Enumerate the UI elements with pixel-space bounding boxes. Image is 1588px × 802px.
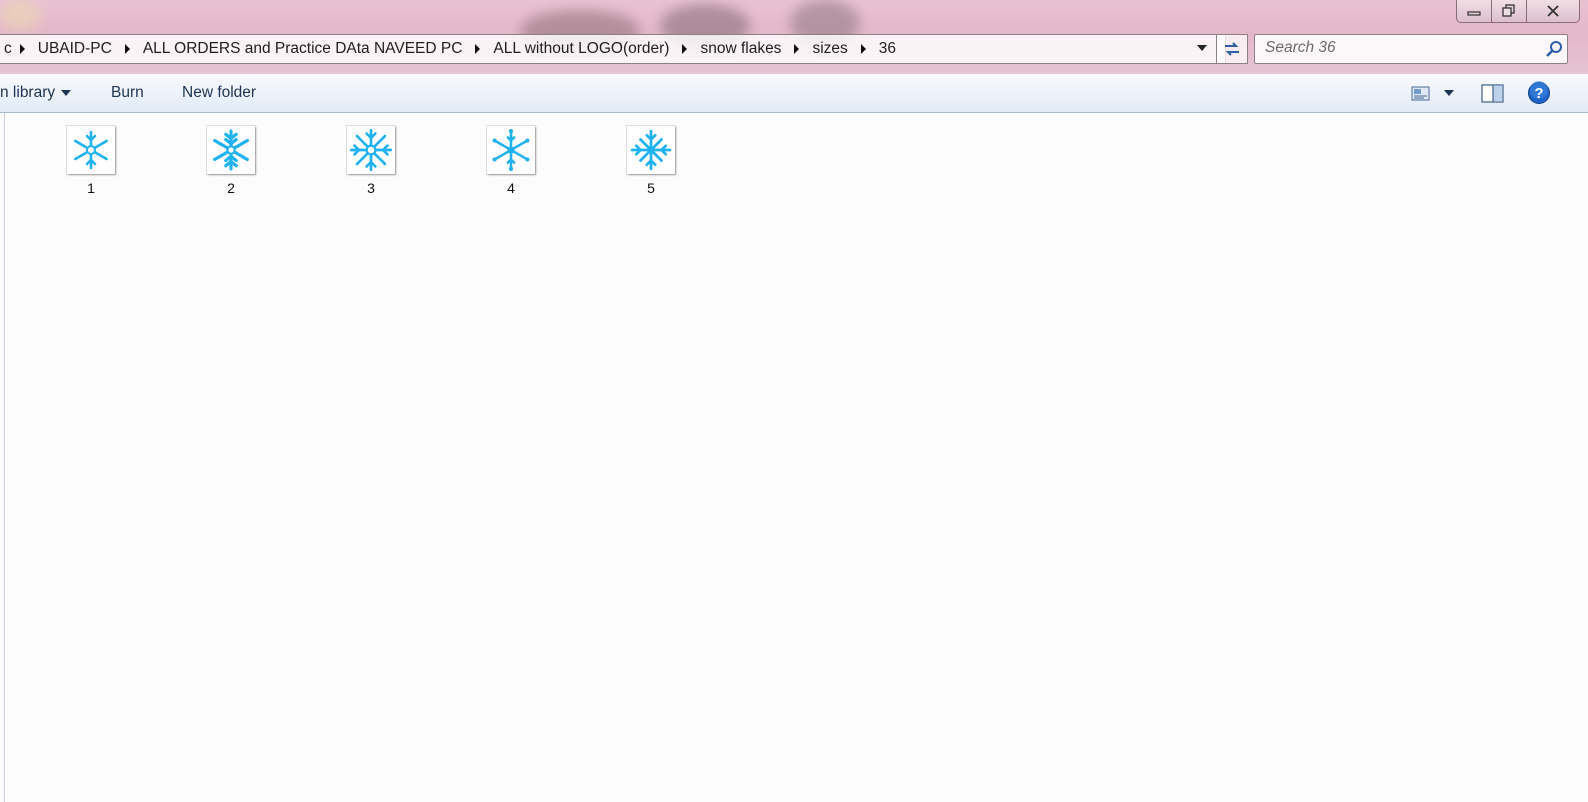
help-icon: ? — [1528, 81, 1550, 104]
search-icon[interactable] — [1545, 40, 1563, 58]
file-name: 5 — [647, 180, 655, 196]
snowflake-icon — [213, 129, 249, 171]
snowflake-icon — [349, 128, 393, 172]
refresh-icon — [1225, 42, 1239, 56]
file-thumbnail — [347, 126, 395, 174]
file-thumbnail — [487, 126, 535, 174]
breadcrumb-separator-icon[interactable] — [19, 44, 25, 54]
window-controls — [1456, 0, 1580, 23]
file-list-view[interactable] — [0, 113, 1588, 802]
minimize-icon — [1467, 11, 1481, 16]
minimize-button[interactable] — [1456, 0, 1492, 23]
new-folder-button[interactable]: New folder — [182, 84, 256, 102]
snowflake-icon — [492, 129, 530, 171]
change-view-button[interactable] — [1410, 84, 1432, 102]
refresh-button[interactable] — [1216, 34, 1248, 64]
breadcrumb-item[interactable]: ALL ORDERS and Practice DAta NAVEED PC — [136, 40, 470, 58]
file-name: 4 — [507, 180, 515, 196]
file-thumbnail — [67, 126, 115, 174]
breadcrumb-separator-icon[interactable] — [124, 44, 130, 54]
file-item[interactable]: 1 — [61, 126, 121, 196]
breadcrumb-separator-icon[interactable] — [475, 44, 481, 54]
svg-text:?: ? — [1534, 85, 1543, 102]
restore-icon — [1502, 4, 1515, 17]
file-thumbnail — [207, 126, 255, 174]
preview-pane-icon — [1481, 84, 1504, 103]
file-item[interactable]: 2 — [201, 126, 261, 196]
breadcrumb-item[interactable]: ALL without LOGO(order) — [486, 40, 676, 58]
close-icon — [1547, 5, 1559, 17]
include-in-library-label: n library — [0, 84, 56, 101]
breadcrumb-truncated[interactable]: c — [0, 40, 14, 58]
file-name: 3 — [367, 180, 375, 196]
chevron-down-icon — [61, 89, 72, 96]
view-options-dropdown-icon[interactable] — [1444, 90, 1454, 96]
breadcrumb-item[interactable]: sizes — [805, 40, 854, 58]
burn-button[interactable]: Burn — [111, 84, 144, 102]
file-item[interactable]: 5 — [621, 126, 681, 196]
file-name: 2 — [227, 180, 235, 196]
file-item[interactable]: 4 — [481, 126, 541, 196]
file-item[interactable]: 3 — [341, 126, 401, 196]
restore-button[interactable] — [1492, 0, 1527, 23]
wallpaper-decoration — [0, 0, 40, 30]
search-box[interactable] — [1254, 34, 1568, 64]
close-button[interactable] — [1527, 0, 1580, 23]
view-icon — [1411, 86, 1430, 101]
breadcrumb-separator-icon[interactable] — [682, 44, 688, 54]
breadcrumb-item[interactable]: snow flakes — [693, 40, 788, 58]
command-bar: n library Burn New folder — [0, 74, 1588, 113]
help-button[interactable]: ? — [1527, 81, 1551, 109]
include-in-library-button[interactable]: n library — [0, 84, 72, 102]
breadcrumb-item-current[interactable]: 36 — [872, 40, 903, 58]
navigation-pane-border — [4, 113, 5, 802]
breadcrumb-separator-icon[interactable] — [794, 44, 800, 54]
breadcrumb-item[interactable]: UBAID-PC — [31, 40, 119, 58]
snowflake-icon — [74, 130, 108, 170]
breadcrumb-separator-icon[interactable] — [860, 44, 866, 54]
search-input[interactable] — [1255, 35, 1535, 61]
snowflake-icon — [630, 129, 672, 171]
address-history-dropdown-icon[interactable] — [1197, 45, 1207, 51]
file-name: 1 — [87, 180, 95, 196]
address-bar[interactable]: c UBAID-PC ALL ORDERS and Practice DAta … — [0, 34, 1226, 64]
file-thumbnail — [627, 126, 675, 174]
preview-pane-button[interactable] — [1481, 84, 1505, 108]
